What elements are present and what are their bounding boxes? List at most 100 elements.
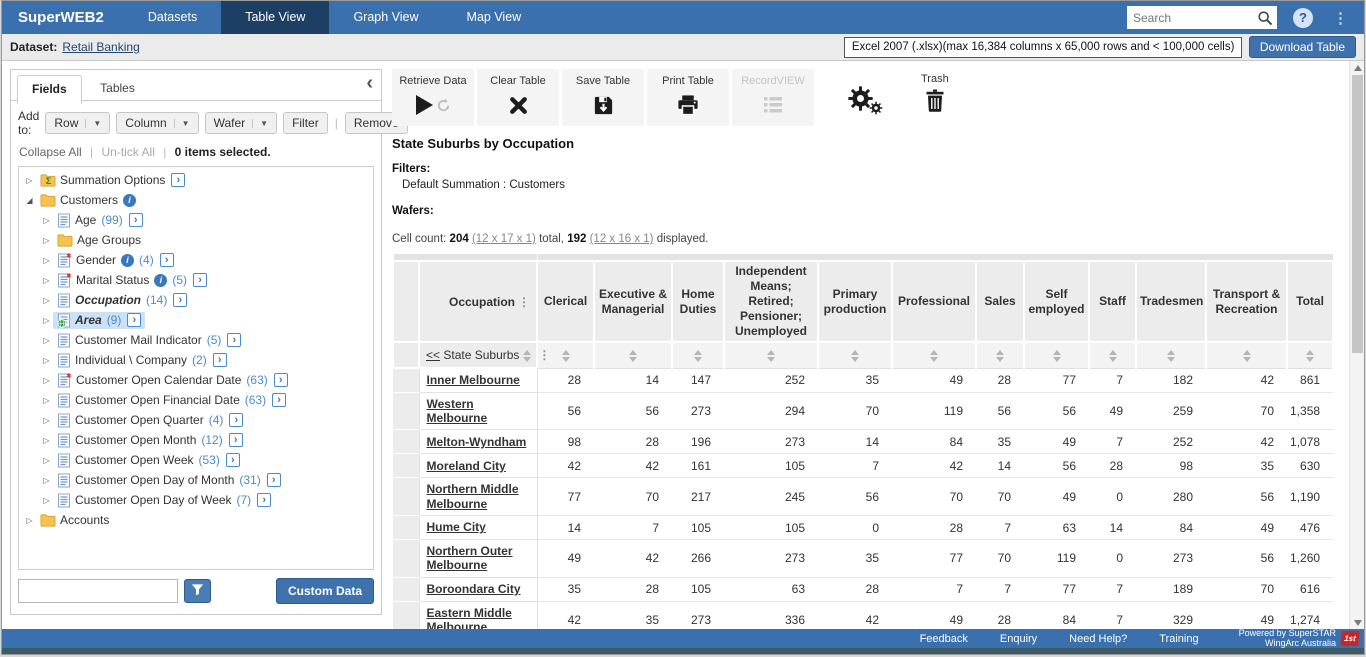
clear-table-button[interactable]: Clear Table: [477, 69, 559, 126]
row-link[interactable]: Northern Outer Melbourne: [427, 544, 513, 572]
funnel-filter-button[interactable]: [184, 579, 211, 603]
chevron-down-icon[interactable]: ▼: [85, 119, 101, 128]
field-nav-button[interactable]: ›: [229, 433, 243, 447]
tree-item-row[interactable]: Occupation(14)›: [53, 292, 191, 309]
search-input[interactable]: [1133, 11, 1257, 25]
field-nav-button[interactable]: ›: [129, 213, 143, 227]
info-icon[interactable]: i: [123, 194, 136, 207]
sort-control[interactable]: [629, 350, 637, 362]
kebab-menu-icon[interactable]: ⋮: [535, 348, 553, 362]
row-link[interactable]: Hume City: [427, 520, 486, 534]
field-nav-button[interactable]: ›: [173, 293, 187, 307]
expand-caret-icon[interactable]: ◢: [23, 196, 36, 205]
tree-item-row[interactable]: Customer Open Day of Week(7)›: [53, 492, 275, 509]
expand-caret-icon[interactable]: ▷: [40, 376, 53, 385]
footer-link-need-help[interactable]: Need Help?: [1053, 633, 1143, 645]
field-nav-button[interactable]: ›: [226, 453, 240, 467]
add-to-row-button[interactable]: Row▼: [45, 112, 110, 134]
download-table-button[interactable]: Download Table: [1249, 36, 1356, 58]
sort-control[interactable]: [767, 350, 775, 362]
field-nav-button[interactable]: ›: [257, 493, 271, 507]
info-icon[interactable]: i: [121, 254, 134, 267]
col-header-executive-managerial[interactable]: Executive & Managerial: [594, 261, 672, 342]
axis-collapse-link[interactable]: <<: [426, 348, 440, 362]
sort-control[interactable]: [523, 350, 531, 362]
field-nav-button[interactable]: ›: [213, 353, 227, 367]
tree-item-row[interactable]: Individual \ Company(2)›: [53, 352, 231, 369]
untick-all-link[interactable]: Un-tick All: [102, 145, 155, 159]
tab-table-view[interactable]: Table View: [221, 1, 329, 34]
tab-tables[interactable]: Tables: [86, 75, 149, 102]
table-options-button[interactable]: [847, 85, 881, 117]
field-nav-button[interactable]: ›: [227, 333, 241, 347]
sort-control[interactable]: [694, 350, 702, 362]
tree-item-row[interactable]: Customer Open Quarter(4)›: [53, 412, 247, 429]
field-nav-button[interactable]: ›: [274, 373, 288, 387]
expand-caret-icon[interactable]: ▷: [40, 256, 53, 265]
field-nav-button[interactable]: ›: [229, 413, 243, 427]
scrollbar-thumb[interactable]: [1352, 75, 1363, 353]
tree-item-row[interactable]: Area(9)›: [53, 312, 145, 329]
expand-caret-icon[interactable]: ▷: [40, 496, 53, 505]
col-header-sales[interactable]: Sales: [976, 261, 1024, 342]
expand-caret-icon[interactable]: ▷: [40, 436, 53, 445]
tab-map-view[interactable]: Map View: [443, 1, 546, 34]
row-link[interactable]: Inner Melbourne: [427, 373, 520, 387]
col-header-staff[interactable]: Staff: [1089, 261, 1136, 342]
field-nav-button[interactable]: ›: [272, 393, 286, 407]
search-icon[interactable]: [1257, 10, 1273, 26]
expand-caret-icon[interactable]: ▷: [40, 316, 53, 325]
footer-link-training[interactable]: Training: [1143, 633, 1214, 645]
col-header-professional[interactable]: Professional: [892, 261, 976, 342]
sort-control[interactable]: [996, 350, 1004, 362]
tree-item-row[interactable]: Customersi: [36, 192, 140, 208]
footer-link-feedback[interactable]: Feedback: [904, 633, 984, 645]
tree-item-row[interactable]: Customer Open Week(53)›: [53, 452, 244, 469]
displayed-dims-link[interactable]: (12 x 16 x 1): [590, 233, 654, 245]
sort-control[interactable]: [1243, 350, 1251, 362]
corner-header-occupation[interactable]: Occupation⋮: [419, 261, 537, 342]
tree-item-row[interactable]: Customer Open Day of Month(31)›: [53, 472, 285, 489]
field-nav-button[interactable]: ›: [171, 173, 185, 187]
sort-control[interactable]: [1167, 350, 1175, 362]
col-header-transport-recreation[interactable]: Transport & Recreation: [1206, 261, 1287, 342]
sort-control[interactable]: [562, 350, 570, 362]
total-dims-link[interactable]: (12 x 17 x 1): [472, 233, 536, 245]
field-nav-button[interactable]: ›: [193, 273, 207, 287]
col-header-total[interactable]: Total: [1287, 261, 1333, 342]
expand-caret-icon[interactable]: ▷: [40, 236, 53, 245]
overflow-menu-icon[interactable]: ⋮: [1327, 9, 1354, 27]
filter-button[interactable]: Filter: [283, 112, 328, 134]
expand-caret-icon[interactable]: ▷: [23, 516, 36, 525]
tree-item-row[interactable]: Customer Open Financial Date(63)›: [53, 392, 290, 409]
tab-graph-view[interactable]: Graph View: [329, 1, 442, 34]
print-table-button[interactable]: Print Table: [647, 69, 729, 126]
col-header-self-employed[interactable]: Self employed: [1024, 261, 1089, 342]
row-link[interactable]: Eastern Middle Melbourne: [427, 606, 512, 629]
sort-control[interactable]: [1306, 350, 1314, 362]
expand-caret-icon[interactable]: ▷: [23, 176, 36, 185]
retrieve-data-button[interactable]: Retrieve Data: [392, 69, 474, 126]
chevron-down-icon[interactable]: ▼: [174, 119, 190, 128]
custom-data-button[interactable]: Custom Data: [276, 578, 374, 604]
tree-item-row[interactable]: Marital Statusi(5)›: [53, 272, 211, 289]
footer-link-enquiry[interactable]: Enquiry: [984, 633, 1053, 645]
dataset-link[interactable]: Retail Banking: [62, 40, 139, 54]
tree-item-row[interactable]: Customer Mail Indicator(5)›: [53, 332, 245, 349]
field-nav-button[interactable]: ›: [267, 473, 281, 487]
expand-caret-icon[interactable]: ▷: [40, 336, 53, 345]
tree-item-row[interactable]: Age(99)›: [53, 212, 147, 229]
col-header-independent-means-retired-pensioner-unemployed[interactable]: Independent Means; Retired; Pensioner; U…: [724, 261, 818, 342]
col-header-home-duties[interactable]: Home Duties: [672, 261, 724, 342]
chevron-down-icon[interactable]: ▼: [252, 119, 268, 128]
expand-caret-icon[interactable]: ▷: [40, 296, 53, 305]
tab-fields[interactable]: Fields: [17, 75, 82, 104]
tree-item-row[interactable]: ΣSummation Options›: [36, 172, 189, 188]
expand-caret-icon[interactable]: ▷: [40, 216, 53, 225]
tree-item-row[interactable]: Accounts: [36, 512, 113, 528]
expand-caret-icon[interactable]: ▷: [40, 396, 53, 405]
field-nav-button[interactable]: ›: [127, 313, 141, 327]
scroll-up-icon[interactable]: [1350, 61, 1364, 74]
expand-caret-icon[interactable]: ▷: [40, 276, 53, 285]
tree-item-row[interactable]: Age Groups: [53, 232, 145, 248]
